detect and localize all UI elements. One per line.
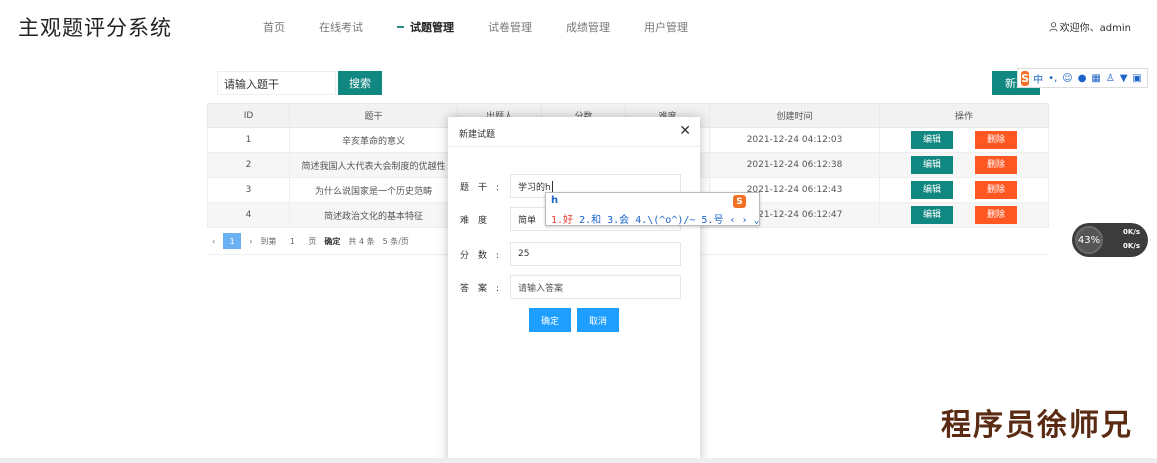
bottom-bar — [0, 458, 1157, 463]
prev-page-icon[interactable]: ‹ — [212, 237, 215, 246]
download-speed: 0K/s — [1122, 242, 1140, 250]
total-count: 共 4 条 — [348, 236, 375, 246]
ime-candidate-popup: h S 1.好 2.和 3.会 4.\(^o^)/~ 5.号 ‹ › ⌄ — [545, 192, 760, 226]
new-question-dialog: 新建试题 ✕ 题干: 学习的h 难度 简单 分数: 25 答案: 请输入答案 确… — [448, 117, 700, 463]
ime-candidates[interactable]: 1.好 2.和 3.会 4.\(^o^)/~ 5.号 — [551, 215, 723, 226]
sogou-logo-icon: S — [733, 195, 746, 208]
score-input[interactable]: 25 — [510, 242, 681, 266]
page-current[interactable]: 1 — [223, 233, 242, 249]
delete-button[interactable]: 删除 — [975, 131, 1017, 149]
stem-label: 题干: — [460, 182, 509, 193]
ime-mode-toggle[interactable]: 中 — [1033, 71, 1043, 86]
score-label: 分数: — [460, 250, 509, 261]
search-button[interactable]: 搜索 — [338, 71, 382, 95]
col-actions: 操作 — [879, 103, 1049, 128]
keyboard-icon[interactable]: ▦ — [1091, 73, 1100, 84]
page-unit-label: 页 — [308, 236, 317, 246]
cancel-button[interactable]: 取消 — [577, 308, 619, 332]
delete-button[interactable]: 删除 — [975, 156, 1017, 174]
ime-page-nav[interactable]: ‹ › ⌄ — [730, 215, 760, 226]
ime-composition: h — [551, 195, 559, 206]
dialog-header: 新建试题 ✕ — [448, 117, 700, 147]
delete-button[interactable]: 删除 — [975, 206, 1017, 224]
cell-stem: 简述政治文化的基本特征 — [289, 202, 458, 228]
col-stem: 题干 — [289, 103, 458, 128]
app-header: 主观题评分系统 首页 在线考试 试题管理 试卷管理 成绩管理 用户管理 欢迎你、… — [0, 0, 1157, 52]
ime-punct-toggle[interactable]: •, — [1048, 73, 1057, 84]
nav-score-management[interactable]: 成绩管理 — [566, 19, 610, 35]
nav-user-management[interactable]: 用户管理 — [644, 19, 688, 35]
app-title: 主观题评分系统 — [18, 16, 172, 40]
confirm-button[interactable]: 确定 — [529, 308, 571, 332]
network-speed-widget[interactable]: 43% 0K/s 0K/s — [1072, 223, 1148, 257]
cell-id: 1 — [207, 127, 290, 153]
cell-actions: 编辑 删除 — [879, 177, 1049, 203]
upload-speed: 0K/s — [1122, 228, 1140, 236]
cell-id: 4 — [207, 202, 290, 228]
edit-button[interactable]: 编辑 — [911, 181, 953, 199]
text-cursor — [551, 180, 553, 192]
cell-created: 2021-12-24 04:12:03 — [709, 127, 880, 153]
user-icon — [1049, 21, 1058, 32]
nav-online-exam[interactable]: 在线考试 — [319, 19, 363, 35]
cell-stem: 简述我国人大代表大会制度的优越性 — [289, 152, 458, 178]
cell-actions: 编辑 删除 — [879, 127, 1049, 153]
close-icon[interactable]: ✕ — [679, 123, 691, 139]
stem-value: 学习的h — [518, 182, 551, 193]
edit-button[interactable]: 编辑 — [911, 131, 953, 149]
answer-row: 答案: 请输入答案 — [460, 275, 681, 299]
ime-toolbar[interactable]: S 中 •, ☺ ● ▦ ♙ ▼ ▣ — [1017, 68, 1148, 88]
col-id: ID — [207, 103, 290, 128]
ime-candidate-first[interactable]: 1.好 — [551, 215, 573, 226]
delete-button[interactable]: 删除 — [975, 181, 1017, 199]
answer-label: 答案: — [460, 283, 509, 294]
user-welcome-text: 欢迎你、admin — [1059, 23, 1131, 34]
memory-percent: 43% — [1075, 226, 1103, 254]
search-input[interactable]: 请输入题干 — [217, 71, 336, 95]
edit-button[interactable]: 编辑 — [911, 156, 953, 174]
grid-icon[interactable]: ▣ — [1133, 73, 1142, 84]
smiley-icon[interactable]: ☺ — [1062, 73, 1072, 84]
next-page-icon[interactable]: › — [249, 237, 252, 246]
goto-label: 到第 — [260, 236, 277, 246]
score-row: 分数: 25 — [460, 242, 681, 266]
user-icon[interactable]: ♙ — [1106, 73, 1115, 84]
cell-actions: 编辑 删除 — [879, 202, 1049, 228]
cell-id: 3 — [207, 177, 290, 203]
page-jump-confirm[interactable]: 确定 — [324, 236, 340, 247]
page-jump-input[interactable]: 1 — [284, 237, 300, 246]
cell-id: 2 — [207, 152, 290, 178]
mic-icon[interactable]: ● — [1078, 73, 1087, 84]
page-size-select[interactable]: 5 条/页 — [383, 236, 409, 247]
sogou-logo-icon: S — [1021, 70, 1030, 86]
pagination: ‹ 1 › 到第 1 页 确定 共 4 条 5 条/页 — [212, 233, 417, 249]
dialog-title: 新建试题 — [459, 130, 496, 140]
answer-input[interactable]: 请输入答案 — [510, 275, 681, 299]
cell-stem: 为什么说国家是一个历史范畴 — [289, 177, 458, 203]
difficulty-label: 难度 — [460, 215, 497, 226]
col-created: 创建时间 — [709, 103, 880, 128]
nav-question-management[interactable]: 试题管理 — [397, 19, 454, 35]
shirt-icon[interactable]: ▼ — [1120, 73, 1128, 84]
cell-actions: 编辑 删除 — [879, 152, 1049, 178]
cell-stem: 辛亥革命的意义 — [289, 127, 458, 153]
ime-candidate-list[interactable]: 1.好 2.和 3.会 4.\(^o^)/~ 5.号 ‹ › ⌄ — [551, 211, 760, 226]
watermark: 程序员徐师兄 — [941, 408, 1133, 443]
edit-button[interactable]: 编辑 — [911, 206, 953, 224]
cell-created: 2021-12-24 06:12:38 — [709, 152, 880, 178]
nav-paper-management[interactable]: 试卷管理 — [488, 19, 532, 35]
user-menu[interactable]: 欢迎你、admin — [1049, 19, 1131, 34]
nav-home[interactable]: 首页 — [263, 19, 285, 35]
main-nav: 首页 在线考试 试题管理 试卷管理 成绩管理 用户管理 — [263, 19, 722, 35]
